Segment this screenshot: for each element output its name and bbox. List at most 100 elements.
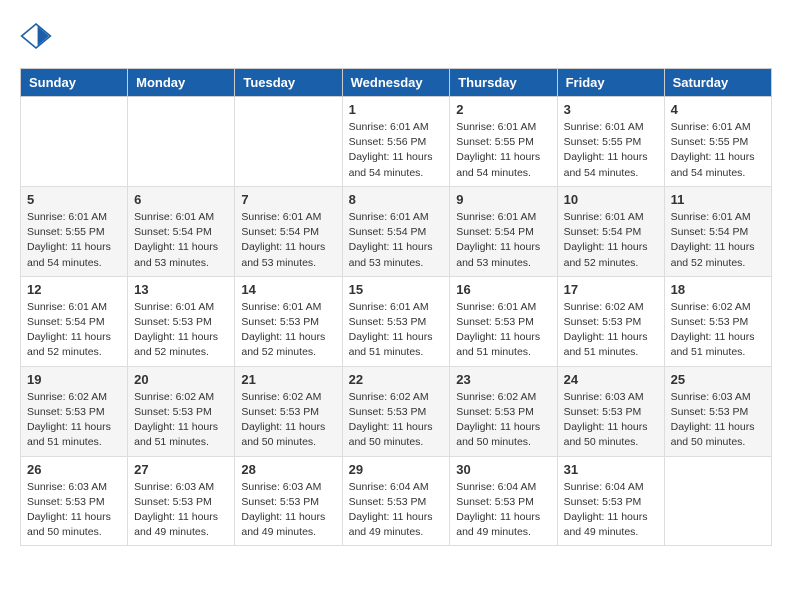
calendar-cell: 24 Sunrise: 6:03 AM Sunset: 5:53 PM Dayli… (557, 366, 664, 456)
day-info: Sunrise: 6:01 AM Sunset: 5:54 PM Dayligh… (671, 210, 765, 271)
calendar-cell: 8 Sunrise: 6:01 AM Sunset: 5:54 PM Daylig… (342, 186, 450, 276)
weekday-header-thursday: Thursday (450, 69, 557, 97)
day-number: 10 (564, 192, 658, 207)
day-number: 8 (349, 192, 444, 207)
calendar-week-row: 26Sunrise: 6:03 AM Sunset: 5:53 PM Dayli… (21, 456, 772, 546)
day-number: 6 (134, 192, 228, 207)
calendar-cell: 21 Sunrise: 6:02 AM Sunset: 5:53 PM Dayli… (235, 366, 342, 456)
day-info: Sunrise: 6:04 AM Sunset: 5:53 PM Dayligh… (349, 480, 444, 541)
day-number: 27 (134, 462, 228, 477)
calendar-cell: 1 Sunrise: 6:01 AM Sunset: 5:56 PM Daylig… (342, 97, 450, 187)
day-info: Sunrise: 6:01 AM Sunset: 5:55 PM Dayligh… (27, 210, 121, 271)
calendar-cell: 5Sunrise: 6:01 AM Sunset: 5:55 PM Daylig… (21, 186, 128, 276)
day-info: Sunrise: 6:01 AM Sunset: 5:54 PM Dayligh… (134, 210, 228, 271)
calendar-cell: 23 Sunrise: 6:02 AM Sunset: 5:53 PM Dayli… (450, 366, 557, 456)
day-info: Sunrise: 6:01 AM Sunset: 5:55 PM Dayligh… (456, 120, 550, 181)
weekday-header-sunday: Sunday (21, 69, 128, 97)
day-number: 28 (241, 462, 335, 477)
page-header (20, 20, 772, 52)
day-number: 13 (134, 282, 228, 297)
calendar-cell: 22 Sunrise: 6:02 AM Sunset: 5:53 PM Dayli… (342, 366, 450, 456)
day-number: 30 (456, 462, 550, 477)
calendar-header-row: SundayMondayTuesdayWednesdayThursdayFrid… (21, 69, 772, 97)
day-number: 19 (27, 372, 121, 387)
day-number: 29 (349, 462, 444, 477)
day-info: Sunrise: 6:02 AM Sunset: 5:53 PM Dayligh… (671, 300, 765, 361)
day-number: 14 (241, 282, 335, 297)
calendar-cell: 14 Sunrise: 6:01 AM Sunset: 5:53 PM Dayli… (235, 276, 342, 366)
day-info: Sunrise: 6:03 AM Sunset: 5:53 PM Dayligh… (241, 480, 335, 541)
day-number: 2 (456, 102, 550, 117)
calendar-cell: 30 Sunrise: 6:04 AM Sunset: 5:53 PM Dayli… (450, 456, 557, 546)
day-info: Sunrise: 6:02 AM Sunset: 5:53 PM Dayligh… (27, 390, 121, 451)
day-info: Sunrise: 6:02 AM Sunset: 5:53 PM Dayligh… (134, 390, 228, 451)
calendar-cell: 9 Sunrise: 6:01 AM Sunset: 5:54 PM Daylig… (450, 186, 557, 276)
logo (20, 20, 58, 52)
day-number: 20 (134, 372, 228, 387)
day-number: 9 (456, 192, 550, 207)
day-info: Sunrise: 6:02 AM Sunset: 5:53 PM Dayligh… (349, 390, 444, 451)
day-info: Sunrise: 6:02 AM Sunset: 5:53 PM Dayligh… (456, 390, 550, 451)
day-info: Sunrise: 6:03 AM Sunset: 5:53 PM Dayligh… (671, 390, 765, 451)
calendar-cell: 11 Sunrise: 6:01 AM Sunset: 5:54 PM Dayli… (664, 186, 771, 276)
calendar-cell: 26Sunrise: 6:03 AM Sunset: 5:53 PM Dayli… (21, 456, 128, 546)
calendar-cell: 12 Sunrise: 6:01 AM Sunset: 5:54 PM Dayli… (21, 276, 128, 366)
calendar-cell: 4 Sunrise: 6:01 AM Sunset: 5:55 PM Daylig… (664, 97, 771, 187)
weekday-header-monday: Monday (128, 69, 235, 97)
calendar-cell (664, 456, 771, 546)
calendar-cell: 27 Sunrise: 6:03 AM Sunset: 5:53 PM Dayli… (128, 456, 235, 546)
day-info: Sunrise: 6:01 AM Sunset: 5:53 PM Dayligh… (134, 300, 228, 361)
day-number: 4 (671, 102, 765, 117)
day-info: Sunrise: 6:01 AM Sunset: 5:53 PM Dayligh… (456, 300, 550, 361)
weekday-header-wednesday: Wednesday (342, 69, 450, 97)
day-number: 15 (349, 282, 444, 297)
calendar-cell (235, 97, 342, 187)
day-info: Sunrise: 6:01 AM Sunset: 5:55 PM Dayligh… (671, 120, 765, 181)
calendar-week-row: 12 Sunrise: 6:01 AM Sunset: 5:54 PM Dayli… (21, 276, 772, 366)
day-info: Sunrise: 6:01 AM Sunset: 5:54 PM Dayligh… (349, 210, 444, 271)
day-info: Sunrise: 6:02 AM Sunset: 5:53 PM Dayligh… (564, 300, 658, 361)
weekday-header-tuesday: Tuesday (235, 69, 342, 97)
calendar-cell: 2 Sunrise: 6:01 AM Sunset: 5:55 PM Daylig… (450, 97, 557, 187)
calendar-week-row: 19 Sunrise: 6:02 AM Sunset: 5:53 PM Dayli… (21, 366, 772, 456)
calendar-cell: 17Sunrise: 6:02 AM Sunset: 5:53 PM Dayli… (557, 276, 664, 366)
calendar-week-row: 5Sunrise: 6:01 AM Sunset: 5:55 PM Daylig… (21, 186, 772, 276)
day-number: 21 (241, 372, 335, 387)
day-info: Sunrise: 6:01 AM Sunset: 5:56 PM Dayligh… (349, 120, 444, 181)
calendar-cell: 7Sunrise: 6:01 AM Sunset: 5:54 PM Daylig… (235, 186, 342, 276)
day-info: Sunrise: 6:04 AM Sunset: 5:53 PM Dayligh… (456, 480, 550, 541)
day-info: Sunrise: 6:01 AM Sunset: 5:54 PM Dayligh… (456, 210, 550, 271)
day-number: 23 (456, 372, 550, 387)
day-info: Sunrise: 6:01 AM Sunset: 5:53 PM Dayligh… (349, 300, 444, 361)
day-number: 12 (27, 282, 121, 297)
day-info: Sunrise: 6:01 AM Sunset: 5:54 PM Dayligh… (564, 210, 658, 271)
calendar-cell: 3Sunrise: 6:01 AM Sunset: 5:55 PM Daylig… (557, 97, 664, 187)
calendar-cell: 19 Sunrise: 6:02 AM Sunset: 5:53 PM Dayli… (21, 366, 128, 456)
day-info: Sunrise: 6:01 AM Sunset: 5:53 PM Dayligh… (241, 300, 335, 361)
day-number: 1 (349, 102, 444, 117)
day-number: 22 (349, 372, 444, 387)
calendar-cell: 15 Sunrise: 6:01 AM Sunset: 5:53 PM Dayli… (342, 276, 450, 366)
day-number: 18 (671, 282, 765, 297)
day-info: Sunrise: 6:02 AM Sunset: 5:53 PM Dayligh… (241, 390, 335, 451)
calendar-cell: 6 Sunrise: 6:01 AM Sunset: 5:54 PM Daylig… (128, 186, 235, 276)
day-number: 7 (241, 192, 335, 207)
calendar-cell: 31 Sunrise: 6:04 AM Sunset: 5:53 PM Dayli… (557, 456, 664, 546)
day-info: Sunrise: 6:03 AM Sunset: 5:53 PM Dayligh… (27, 480, 121, 541)
day-number: 31 (564, 462, 658, 477)
day-number: 16 (456, 282, 550, 297)
day-number: 11 (671, 192, 765, 207)
day-info: Sunrise: 6:04 AM Sunset: 5:53 PM Dayligh… (564, 480, 658, 541)
day-info: Sunrise: 6:03 AM Sunset: 5:53 PM Dayligh… (134, 480, 228, 541)
day-info: Sunrise: 6:01 AM Sunset: 5:54 PM Dayligh… (27, 300, 121, 361)
calendar-cell: 13 Sunrise: 6:01 AM Sunset: 5:53 PM Dayli… (128, 276, 235, 366)
calendar-cell: 20 Sunrise: 6:02 AM Sunset: 5:53 PM Dayli… (128, 366, 235, 456)
calendar-cell: 10 Sunrise: 6:01 AM Sunset: 5:54 PM Dayli… (557, 186, 664, 276)
calendar-cell: 29 Sunrise: 6:04 AM Sunset: 5:53 PM Dayli… (342, 456, 450, 546)
weekday-header-friday: Friday (557, 69, 664, 97)
day-number: 24 (564, 372, 658, 387)
day-number: 25 (671, 372, 765, 387)
calendar-cell (128, 97, 235, 187)
calendar-table: SundayMondayTuesdayWednesdayThursdayFrid… (20, 68, 772, 546)
day-info: Sunrise: 6:03 AM Sunset: 5:53 PM Dayligh… (564, 390, 658, 451)
